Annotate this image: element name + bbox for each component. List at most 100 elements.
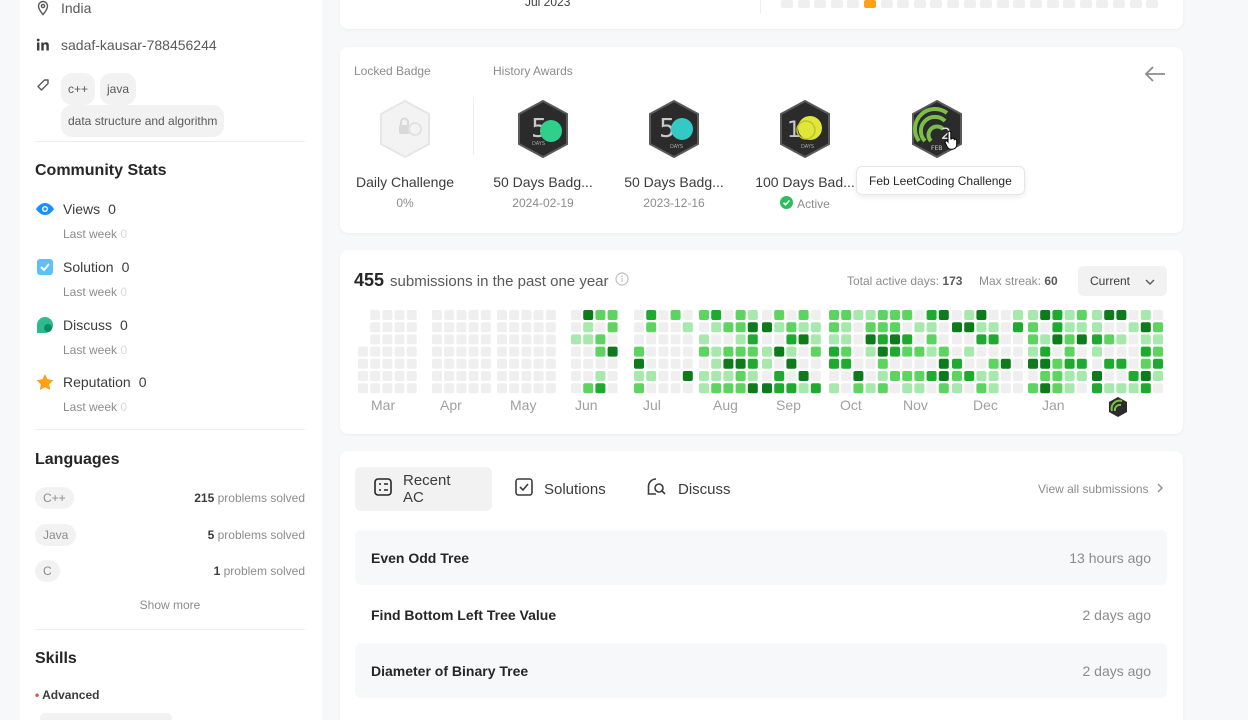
heatmap-day-cell[interactable] [762, 322, 772, 333]
skill-tag[interactable]: java [100, 73, 137, 105]
heatmap-day-cell[interactable] [646, 383, 657, 394]
heatmap-day-cell[interactable] [853, 334, 864, 345]
heatmap-day-cell[interactable] [798, 358, 809, 369]
heatmap-day-cell[interactable] [829, 371, 839, 381]
heatmap-day-cell[interactable] [1028, 346, 1038, 357]
submission-row[interactable]: Diameter of Binary Tree 2 days ago [355, 643, 1167, 698]
heatmap-day-cell[interactable] [545, 383, 556, 394]
heatmap-day-cell[interactable] [1040, 310, 1051, 320]
heatmap-day-cell[interactable] [658, 346, 669, 357]
heatmap-day-cell[interactable] [595, 358, 606, 369]
heatmap-day-cell[interactable] [699, 383, 709, 394]
heatmap-day-cell[interactable] [634, 310, 644, 320]
heatmap-day-cell[interactable] [952, 334, 962, 345]
heatmap-day-cell[interactable] [468, 334, 479, 345]
heatmap-day-cell[interactable] [810, 383, 821, 394]
heatmap-day-cell[interactable] [747, 334, 758, 345]
heatmap-day-cell[interactable] [711, 334, 722, 345]
heatmap-day-cell[interactable] [468, 346, 479, 357]
heatmap-day-cell[interactable] [1116, 383, 1127, 394]
heatmap-day-cell[interactable] [1000, 322, 1011, 333]
heatmap-day-cell[interactable] [1040, 322, 1051, 333]
heatmap-day-cell[interactable] [682, 383, 693, 394]
heatmap-day-cell[interactable] [735, 371, 746, 381]
heatmap-day-cell[interactable] [358, 346, 368, 357]
heatmap-day-cell[interactable] [1040, 383, 1051, 394]
heatmap-day-cell[interactable] [432, 383, 442, 394]
heatmap-day-cell[interactable] [976, 358, 987, 369]
heatmap-day-cell[interactable] [853, 310, 864, 320]
heatmap-day-cell[interactable] [877, 334, 888, 345]
heatmap-day-cell[interactable] [938, 383, 949, 394]
heatmap-day-cell[interactable] [1092, 334, 1102, 345]
linkedin-text[interactable]: sadaf-kausar-788456244 [61, 37, 217, 53]
heatmap-day-cell[interactable] [406, 383, 417, 394]
heatmap-day-cell[interactable] [521, 322, 532, 333]
heatmap-day-cell[interactable] [1000, 334, 1011, 345]
heatmap-day-cell[interactable] [964, 310, 975, 320]
heatmap-day-cell[interactable] [521, 371, 532, 381]
heatmap-day-cell[interactable] [1104, 383, 1115, 394]
heatmap-day-cell[interactable] [1140, 334, 1151, 345]
heatmap-day-cell[interactable] [699, 358, 709, 369]
heatmap-day-cell[interactable] [774, 358, 785, 369]
heatmap-day-cell[interactable] [658, 334, 669, 345]
heatmap-day-cell[interactable] [480, 358, 491, 369]
heatmap-day-cell[interactable] [646, 334, 657, 345]
heatmap-day-cell[interactable] [1000, 358, 1011, 369]
heatmap-day-cell[interactable] [798, 322, 809, 333]
heatmap-day-cell[interactable] [607, 383, 618, 394]
heatmap-day-cell[interactable] [747, 371, 758, 381]
heatmap-day-cell[interactable] [952, 383, 962, 394]
heatmap-day-cell[interactable] [509, 322, 520, 333]
heatmap-day-cell[interactable] [1104, 358, 1115, 369]
heatmap-day-cell[interactable] [747, 358, 758, 369]
heatmap-day-cell[interactable] [786, 346, 797, 357]
heatmap-day-cell[interactable] [952, 310, 962, 320]
heatmap-day-cell[interactable] [877, 310, 888, 320]
heatmap-day-cell[interactable] [370, 322, 381, 333]
heatmap-day-cell[interactable] [1040, 346, 1051, 357]
heatmap-day-cell[interactable] [926, 310, 937, 320]
heatmap-day-cell[interactable] [545, 322, 556, 333]
heatmap-day-cell[interactable] [1116, 322, 1127, 333]
history-badge[interactable]: 5 DAYS 50 Days Badg... 2023-12-16 [614, 99, 734, 210]
heatmap-day-cell[interactable] [735, 310, 746, 320]
linkedin-row[interactable]: sadaf-kausar-788456244 [35, 37, 217, 53]
heatmap-day-cell[interactable] [509, 371, 520, 381]
heatmap-day-cell[interactable] [533, 322, 544, 333]
heatmap-day-cell[interactable] [646, 358, 657, 369]
heatmap-day-cell[interactable] [1076, 334, 1087, 345]
heatmap-day-cell[interactable] [406, 310, 417, 320]
heatmap-day-cell[interactable] [914, 371, 925, 381]
heatmap-day-cell[interactable] [432, 322, 442, 333]
heatmap-day-cell[interactable] [798, 334, 809, 345]
heatmap-day-cell[interactable] [370, 371, 381, 381]
heatmap-day-cell[interactable] [509, 383, 520, 394]
heatmap-day-cell[interactable] [938, 334, 949, 345]
heatmap-day-cell[interactable] [1140, 346, 1151, 357]
submission-row[interactable]: Even Odd Tree 13 hours ago [355, 530, 1167, 585]
heatmap-day-cell[interactable] [1076, 322, 1087, 333]
heatmap-day-cell[interactable] [607, 334, 618, 345]
heatmap-day-cell[interactable] [646, 346, 657, 357]
heatmap-day-cell[interactable] [1128, 346, 1139, 357]
heatmap-day-cell[interactable] [853, 371, 864, 381]
heatmap-day-cell[interactable] [670, 310, 681, 320]
heatmap-day-cell[interactable] [926, 334, 937, 345]
heatmap-day-cell[interactable] [1040, 334, 1051, 345]
heatmap-day-cell[interactable] [1052, 310, 1063, 320]
heatmap-day-cell[interactable] [1153, 334, 1163, 345]
heatmap-day-cell[interactable] [1064, 383, 1075, 394]
heatmap-day-cell[interactable] [658, 310, 669, 320]
heatmap-day-cell[interactable] [406, 322, 417, 333]
heatmap-day-cell[interactable] [762, 310, 772, 320]
heatmap-day-cell[interactable] [444, 358, 455, 369]
heatmap-day-cell[interactable] [583, 346, 594, 357]
heatmap-day-cell[interactable] [938, 310, 949, 320]
heatmap-day-cell[interactable] [1028, 371, 1038, 381]
heatmap-day-cell[interactable] [810, 346, 821, 357]
heatmap-day-cell[interactable] [902, 334, 913, 345]
heatmap-day-cell[interactable] [1040, 371, 1051, 381]
heatmap-day-cell[interactable] [1013, 322, 1023, 333]
